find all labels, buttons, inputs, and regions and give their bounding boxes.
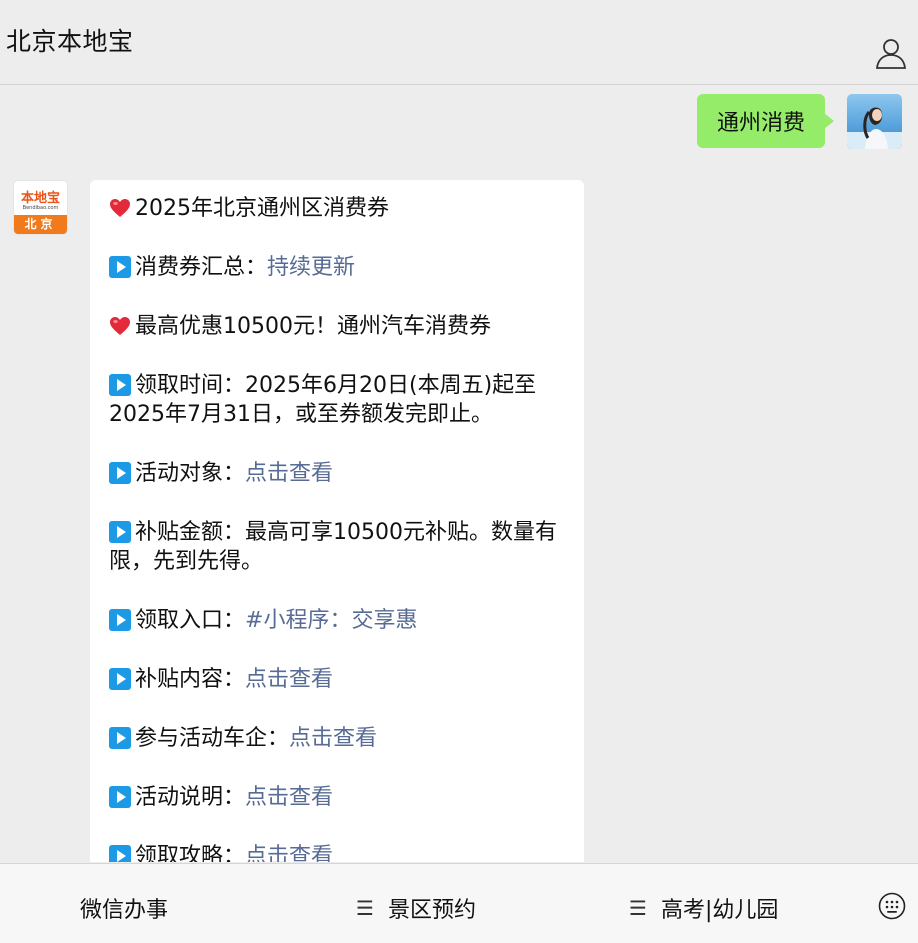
menu-list-icon: ☰	[629, 896, 647, 920]
menu-list-icon: ☰	[356, 896, 374, 920]
message-line: 2025年北京通州区消费券	[109, 194, 564, 223]
message-line-text: 领取入口：	[135, 608, 246, 633]
menu-item-gaokao-kindergarten[interactable]: ☰ 高考|幼儿园	[629, 892, 778, 924]
keyboard-icon[interactable]	[878, 892, 906, 920]
top-bar: 北京本地宝	[0, 0, 918, 85]
menu-item-label: 微信办事	[80, 898, 169, 923]
play-icon	[109, 609, 131, 631]
incoming-message: 本地宝 Bendibao.com 北京 2025年北京通州区消费券 消费券汇总：持…	[13, 180, 584, 862]
person-icon[interactable]	[874, 36, 908, 70]
message-line-text: 活动说明：	[135, 785, 246, 810]
account-title: 北京本地宝	[6, 27, 134, 56]
outgoing-message: 通州消费	[696, 94, 902, 149]
menu-item-label: 景区预约	[387, 898, 476, 923]
message-line: 活动说明：点击查看	[109, 783, 564, 812]
play-icon	[109, 668, 131, 690]
message-line: 最高优惠10500元！通州汽车消费券	[109, 312, 564, 341]
user-avatar[interactable]	[847, 94, 902, 149]
play-icon	[109, 462, 131, 484]
play-icon	[109, 786, 131, 808]
message-line-text: 消费券汇总：	[135, 255, 268, 280]
bendibao-logo-avatar[interactable]: 本地宝 Bendibao.com 北京	[13, 180, 68, 235]
message-link[interactable]: 持续更新	[267, 255, 355, 280]
message-line: 参与活动车企：点击查看	[109, 724, 564, 753]
play-icon	[109, 727, 131, 749]
message-line-text: 活动对象：	[135, 461, 246, 486]
message-link[interactable]: 点击查看	[245, 785, 333, 810]
menu-item-wechat-services[interactable]: 微信办事	[80, 892, 168, 924]
message-line: 活动对象：点击查看	[109, 459, 564, 488]
menu-item-scenic-booking[interactable]: ☰ 景区预约	[356, 892, 476, 924]
message-line: 领取入口：#小程序：交享惠	[109, 606, 564, 635]
message-line-text: 领取攻略：	[135, 844, 246, 862]
message-line: 消费券汇总：持续更新	[109, 253, 564, 282]
message-line-text: 领取时间：2025年6月20日(本周五)起至2025年7月31日，或至券额发完即…	[109, 373, 537, 427]
message-line: 补贴内容：点击查看	[109, 665, 564, 694]
message-link[interactable]: 点击查看	[245, 844, 333, 862]
play-icon	[109, 256, 131, 278]
play-icon	[109, 845, 131, 862]
heart-icon	[109, 315, 131, 335]
message-line-text: 参与活动车企：	[135, 726, 290, 751]
incoming-bubble: 2025年北京通州区消费券 消费券汇总：持续更新 最高优惠10500元！通州汽车消费…	[90, 180, 584, 862]
play-icon	[109, 521, 131, 543]
chat-area[interactable]: 通州消费 本地宝 Bendibao.com 北京 2025年北京通州区消费券 消费…	[0, 86, 918, 862]
message-line-text: 补贴金额：最高可享10500元补贴。数量有限，先到先得。	[109, 520, 557, 574]
user-avatar-image	[847, 107, 902, 149]
message-link[interactable]: #小程序：交享惠	[245, 608, 417, 633]
message-line-text: 2025年北京通州区消费券	[135, 196, 389, 221]
message-link[interactable]: 点击查看	[245, 461, 333, 486]
bottom-menu-bar: 微信办事 ☰ 景区预约 ☰ 高考|幼儿园	[0, 863, 918, 943]
message-link[interactable]: 点击查看	[245, 667, 333, 692]
logo-text: 本地宝	[20, 191, 60, 206]
logo-city-band: 北京	[14, 215, 67, 234]
outgoing-bubble[interactable]: 通州消费	[696, 94, 835, 148]
message-line: 补贴金额：最高可享10500元补贴。数量有限，先到先得。	[109, 518, 564, 576]
message-link[interactable]: 点击查看	[289, 726, 377, 751]
message-line-text: 补贴内容：	[135, 667, 246, 692]
heart-icon	[109, 197, 131, 217]
message-line-text: 最高优惠10500元！通州汽车消费券	[135, 314, 491, 339]
message-line: 领取时间：2025年6月20日(本周五)起至2025年7月31日，或至券额发完即…	[109, 371, 564, 429]
play-icon	[109, 374, 131, 396]
message-line: 领取攻略：点击查看	[109, 842, 564, 862]
logo-subtext: Bendibao.com	[22, 205, 59, 211]
menu-item-label: 高考|幼儿园	[660, 898, 779, 923]
